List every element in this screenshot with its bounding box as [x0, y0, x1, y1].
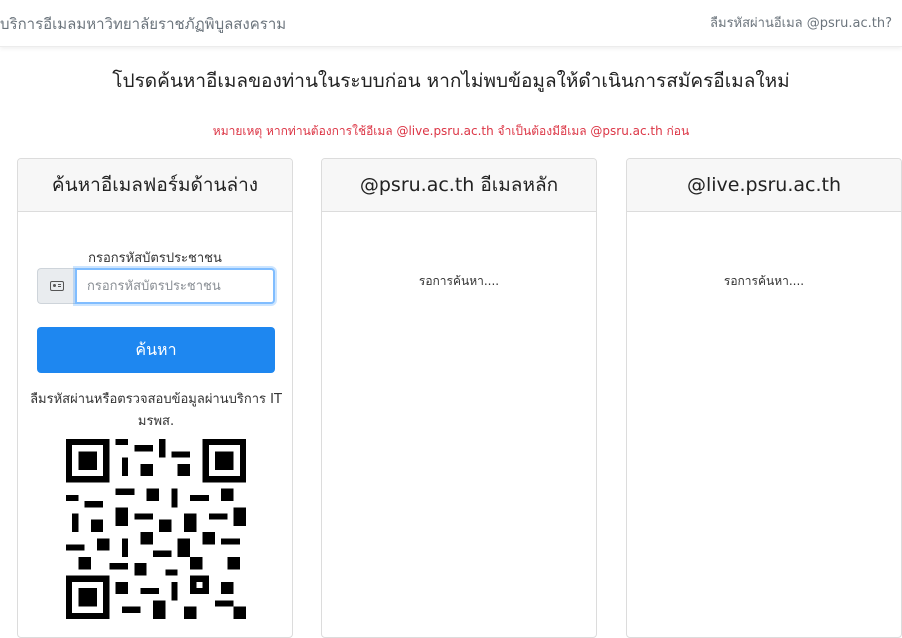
help-text: ลืมรหัสผ่านหรือตรวจสอบข้อมูลผ่านบริการ I… — [30, 392, 282, 429]
search-card-title: ค้นหาอีเมลฟอร์มด้านล่าง — [18, 159, 292, 212]
search-card: ค้นหาอีเมลฟอร์มด้านล่าง กรอกรหัสบัตรประช… — [17, 158, 293, 638]
page-heading: โปรดค้นหาอีเมลของท่านในระบบก่อน หากไม่พบ… — [112, 70, 790, 92]
search-button[interactable]: ค้นหา — [37, 327, 275, 373]
id-card-label: กรอกรหัสบัตรประชาชน — [88, 251, 222, 266]
top-navbar: บริการอีเมลมหาวิทยาลัยราชภัฏพิบูลสงคราม … — [0, 0, 902, 47]
live-email-card: @live.psru.ac.th รอการค้นหา.... — [626, 158, 902, 638]
live-card-title: @live.psru.ac.th — [627, 159, 901, 212]
psru-email-card: @psru.ac.th อีเมลหลัก รอการค้นหา.... — [321, 158, 597, 638]
id-card-prefix — [37, 268, 75, 304]
id-card-input-group — [37, 268, 275, 304]
forgot-password-link[interactable]: ลืมรหัสผ่านอีเมล @psru.ac.th? — [710, 12, 892, 33]
id-card-input[interactable] — [75, 268, 275, 304]
note-text: หมายเหตุ หากท่านต้องการใช้อีเมล @live.ps… — [212, 124, 690, 138]
psru-card-title: @psru.ac.th อีเมลหลัก — [322, 159, 596, 212]
live-status-text: รอการค้นหา.... — [723, 274, 805, 288]
psru-status-text: รอการค้นหา.... — [418, 274, 500, 288]
id-card-icon — [49, 281, 64, 291]
qr-code-icon — [66, 439, 246, 619]
site-brand[interactable]: บริการอีเมลมหาวิทยาลัยราชภัฏพิบูลสงคราม — [0, 12, 286, 36]
